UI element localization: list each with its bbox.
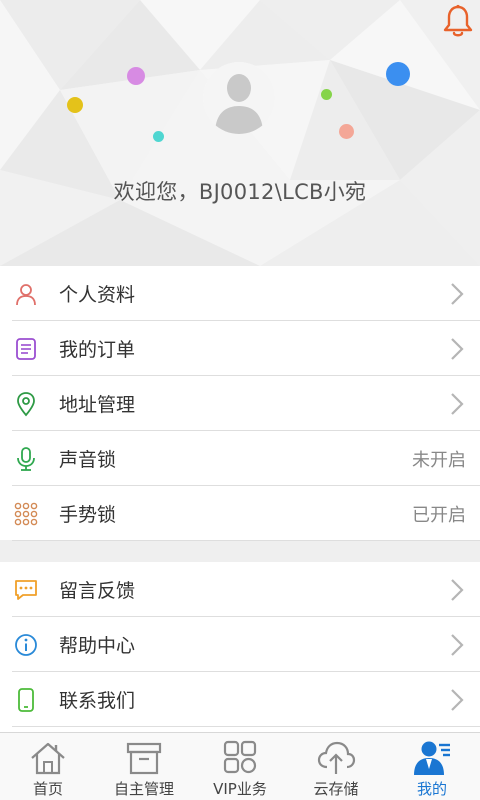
- decor-dot: [153, 131, 164, 142]
- menu-item-orders[interactable]: 我的订单: [0, 321, 480, 376]
- tab-label: 我的: [416, 780, 447, 798]
- user-profile-icon: [414, 741, 450, 775]
- menu-item-label: 个人资料: [59, 284, 136, 306]
- voice-lock-status: 未开启: [412, 449, 466, 471]
- bottom-nav: 首页 自主管理 VIP业务 云存储 我的: [0, 732, 480, 800]
- message-icon: [13, 577, 39, 603]
- tab-mine[interactable]: 我的: [384, 733, 480, 800]
- default-avatar-icon: [203, 62, 275, 134]
- decor-dot: [339, 124, 354, 139]
- divider: [12, 726, 480, 727]
- tab-label: VIP业务: [213, 780, 267, 798]
- menu-item-voice-lock[interactable]: 声音锁 未开启: [0, 431, 480, 486]
- menu-item-label: 声音锁: [59, 449, 117, 471]
- chevron-right-icon: [451, 633, 464, 656]
- grid-apps-icon: [223, 740, 257, 774]
- chevron-right-icon: [451, 337, 464, 360]
- location-pin-icon: [13, 391, 39, 417]
- tab-label: 首页: [32, 780, 63, 798]
- gesture-grid-icon: [13, 501, 39, 527]
- menu-group-account: 个人资料 我的订单 地址管理 声音锁 未开启 手势锁 已开启: [0, 266, 480, 541]
- menu-item-contact-us[interactable]: 联系我们: [0, 672, 480, 727]
- avatar[interactable]: [203, 62, 275, 134]
- bell-icon[interactable]: [442, 4, 474, 38]
- menu-group-support: 留言反馈 帮助中心 联系我们: [0, 562, 480, 734]
- order-list-icon: [13, 336, 39, 362]
- profile-header: 欢迎您，BJ0012\LCB小宛: [0, 0, 480, 266]
- phone-icon: [13, 687, 39, 713]
- welcome-text: 欢迎您，BJ0012\LCB小宛: [113, 180, 367, 204]
- cloud-upload-icon: [317, 741, 356, 774]
- menu-item-help-center[interactable]: 帮助中心: [0, 617, 480, 672]
- menu-item-label: 帮助中心: [59, 635, 136, 657]
- tab-label: 云存储: [313, 780, 359, 798]
- menu-item-feedback[interactable]: 留言反馈: [0, 562, 480, 617]
- tab-cloud-storage[interactable]: 云存储: [288, 733, 384, 800]
- decor-dot: [321, 89, 332, 100]
- menu-item-label: 联系我们: [59, 690, 136, 712]
- chevron-right-icon: [451, 578, 464, 601]
- divider: [12, 540, 480, 541]
- decor-dot: [67, 97, 83, 113]
- menu-item-label: 手势锁: [59, 504, 117, 526]
- chevron-right-icon: [451, 688, 464, 711]
- microphone-icon: [13, 446, 39, 472]
- tab-home[interactable]: 首页: [0, 733, 96, 800]
- tab-label: 自主管理: [113, 780, 174, 798]
- tab-vip[interactable]: VIP业务: [192, 733, 288, 800]
- info-icon: [13, 632, 39, 658]
- menu-item-gesture-lock[interactable]: 手势锁 已开启: [0, 486, 480, 541]
- decor-dot: [386, 62, 410, 86]
- menu-item-label: 我的订单: [59, 339, 136, 361]
- menu-item-label: 地址管理: [59, 394, 136, 416]
- chevron-right-icon: [451, 392, 464, 415]
- home-icon: [31, 742, 65, 775]
- chevron-right-icon: [451, 282, 464, 305]
- menu-item-label: 留言反馈: [59, 580, 136, 602]
- archive-box-icon: [126, 742, 162, 775]
- decor-dot: [127, 67, 145, 85]
- menu-item-profile[interactable]: 个人资料: [0, 266, 480, 321]
- menu-item-address[interactable]: 地址管理: [0, 376, 480, 431]
- gesture-lock-status: 已开启: [412, 504, 466, 526]
- person-icon: [13, 281, 39, 307]
- tab-self-management[interactable]: 自主管理: [96, 733, 192, 800]
